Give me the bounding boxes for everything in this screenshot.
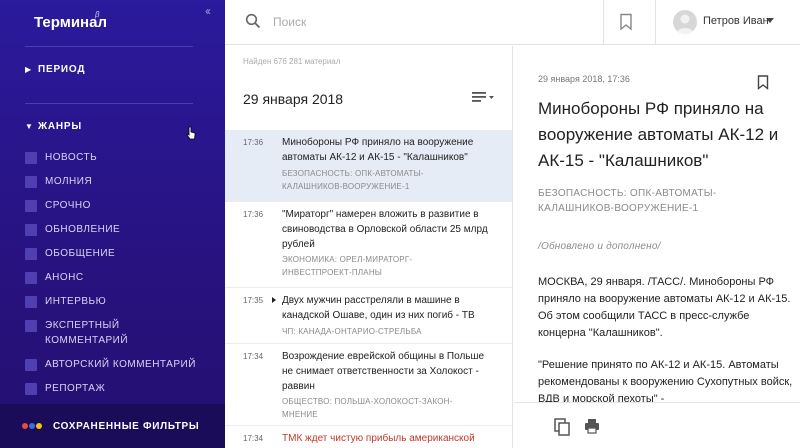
item-tags: БЕЗОПАСНОСТЬ: ОПК-АВТОМАТЫ-КАЛАШНИКОВ-ВО… xyxy=(282,169,424,191)
list-item[interactable]: 17:36 Минобороны РФ приняло на вооружени… xyxy=(225,130,512,202)
section-label: ЖАНРЫ xyxy=(38,121,82,132)
sidebar: Терминал β ‹‹ ▶ ПЕРИОД ▼ ЖАНРЫ НОВОСТЬ М… xyxy=(0,0,225,448)
list-item[interactable]: 17:36 "Мираторг" намерен вложить в разви… xyxy=(225,202,512,288)
genre-checkbox[interactable]: ЭКСПЕРТНЫЙ КОММЕНТАРИЙ xyxy=(25,320,135,348)
checkbox[interactable] xyxy=(25,248,37,260)
saved-filters-button[interactable]: СОХРАНЕННЫЕ ФИЛЬТРЫ xyxy=(0,404,225,448)
item-tags: ЭКОНОМИКА: ОРЕЛ-МИРАТОРГ-ИНВЕСТПРОЕКТ-ПЛ… xyxy=(282,255,413,277)
sort-menu-icon[interactable] xyxy=(472,91,496,105)
genre-checkbox[interactable]: АВТОРСКИЙ КОММЕНТАРИЙ xyxy=(25,359,196,372)
expand-triangle-icon[interactable] xyxy=(272,297,276,303)
user-name[interactable]: Петров Иван xyxy=(703,15,769,27)
copy-icon[interactable] xyxy=(554,418,570,436)
item-time: 17:36 xyxy=(243,138,264,147)
item-time: 17:36 xyxy=(243,210,264,219)
chevron-down-icon: ▼ xyxy=(25,122,34,131)
checkbox[interactable] xyxy=(25,320,37,332)
user-icon xyxy=(676,14,694,34)
item-title[interactable]: Двух мужчин расстреляли в машине в канад… xyxy=(282,293,494,323)
genre-checkbox[interactable]: НОВОСТЬ xyxy=(25,152,97,165)
article-paragraph: МОСКВА, 29 января. /ТАСС/. Минобороны РФ… xyxy=(538,276,791,339)
saved-filters-icon xyxy=(22,423,44,429)
item-time: 17:35 xyxy=(243,296,264,305)
results-count: Найден 676 281 материал xyxy=(243,57,341,66)
news-list: Найден 676 281 материал 29 января 2018 1… xyxy=(225,46,513,448)
bookmark-icon[interactable] xyxy=(619,13,633,31)
genre-checkbox[interactable]: СРОЧНО xyxy=(25,200,91,213)
checkbox[interactable] xyxy=(25,176,37,188)
filter-section-period[interactable]: ▶ ПЕРИОД xyxy=(25,64,85,75)
chevron-right-icon: ▶ xyxy=(25,65,32,74)
list-date-heading: 29 января 2018 xyxy=(243,91,344,107)
print-icon[interactable] xyxy=(584,418,600,434)
checkbox[interactable] xyxy=(25,296,37,308)
item-time: 17:34 xyxy=(243,352,264,361)
divider xyxy=(655,0,656,45)
checkbox[interactable] xyxy=(25,383,37,395)
genre-checkbox[interactable]: ОБНОВЛЕНИЕ xyxy=(25,224,120,237)
article-update-note: /Обновлено и дополнено/ xyxy=(538,241,661,252)
item-title[interactable]: Возрождение еврейской общины в Польше не… xyxy=(282,349,494,394)
item-time: 17:34 xyxy=(243,434,264,443)
avatar[interactable] xyxy=(673,10,697,34)
collapse-sidebar-icon[interactable]: ‹‹ xyxy=(205,4,211,18)
genre-checkbox[interactable]: МОЛНИЯ xyxy=(25,176,92,189)
list-item[interactable]: 17:35 Двух мужчин расстреляли в машине в… xyxy=(225,288,512,344)
item-title[interactable]: ТМК ждет чистую прибыль американской xyxy=(282,431,494,446)
divider xyxy=(603,0,604,45)
genre-checkbox[interactable]: ИНТЕРВЬЮ xyxy=(25,296,106,309)
article-title: Минобороны РФ приняло на вооружение авто… xyxy=(538,99,779,170)
search-input[interactable] xyxy=(273,12,573,32)
genre-checkbox[interactable]: АНОНС xyxy=(25,272,84,285)
checkbox[interactable] xyxy=(25,200,37,212)
list-item[interactable]: 17:34 Возрождение еврейской общины в Пол… xyxy=(225,344,512,426)
item-tags: ОБЩЕСТВО: ПОЛЬША-ХОЛОКОСТ-ЗАКОН-МНЕНИЕ xyxy=(282,397,453,419)
article-paragraph: "Решение принято по АК-12 и АК-15. Автом… xyxy=(538,359,793,405)
filter-section-genres[interactable]: ▼ ЖАНРЫ xyxy=(25,121,82,132)
list-item[interactable]: 17:34 ТМК ждет чистую прибыль американск… xyxy=(225,426,512,448)
beta-badge: β xyxy=(95,10,100,19)
genre-checkbox[interactable]: ОБОБЩЕНИЕ xyxy=(25,248,115,261)
divider xyxy=(25,46,193,47)
article-date: 29 января 2018, 17:36 xyxy=(538,74,630,84)
item-title[interactable]: "Мираторг" намерен вложить в развитие в … xyxy=(282,207,494,252)
item-tags: ЧП: КАНАДА-ОНТАРИО-СТРЕЛЬБА xyxy=(282,327,422,336)
item-title[interactable]: Минобороны РФ приняло на вооружение авто… xyxy=(282,135,494,165)
article-panel: 29 января 2018, 17:36 Минобороны РФ прин… xyxy=(514,46,800,448)
checkbox[interactable] xyxy=(25,224,37,236)
article-tags[interactable]: БЕЗОПАСНОСТЬ: ОПК-АВТОМАТЫ-КАЛАШНИКОВ-ВО… xyxy=(538,186,788,216)
search-icon[interactable] xyxy=(245,13,261,29)
mouse-cursor-icon xyxy=(186,126,196,140)
top-bar: Петров Иван xyxy=(225,0,800,45)
checkbox[interactable] xyxy=(25,272,37,284)
checkbox[interactable] xyxy=(25,152,37,164)
section-label: ПЕРИОД xyxy=(38,64,86,75)
article-toolbar xyxy=(514,402,800,448)
checkbox[interactable] xyxy=(25,359,37,371)
app-root: Терминал β ‹‹ ▶ ПЕРИОД ▼ ЖАНРЫ НОВОСТЬ М… xyxy=(0,0,800,448)
chevron-down-icon[interactable] xyxy=(766,18,774,23)
genre-checkbox[interactable]: РЕПОРТАЖ xyxy=(25,383,105,396)
saved-filters-label: СОХРАНЕННЫЕ ФИЛЬТРЫ xyxy=(53,420,200,432)
bookmark-icon[interactable] xyxy=(757,75,769,90)
divider xyxy=(25,103,193,104)
